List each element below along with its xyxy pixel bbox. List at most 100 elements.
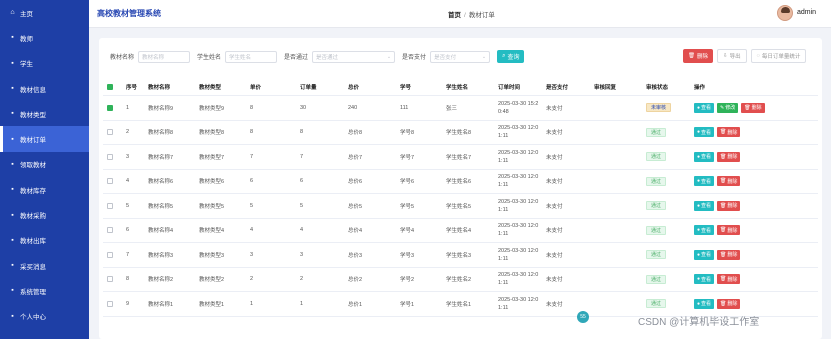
table-header: 序号 教材名称 教材类型 单价 订单量 总价 学号 学生姓名 订单时间 是否支付 审核回复 审核状态 操…: [103, 79, 818, 96]
view-button[interactable]: ● 查看: [694, 249, 715, 260]
sidebar-item[interactable]: ▪ 领取教材: [0, 152, 89, 177]
cell-status: 通过: [646, 243, 667, 267]
trash-icon: 🗑: [720, 276, 727, 283]
download-icon: ⇩: [723, 53, 728, 59]
time-line-2: 1:11: [498, 280, 509, 287]
view-button[interactable]: ● 查看: [694, 176, 715, 187]
row-checkbox[interactable]: [107, 276, 113, 283]
sidebar-item[interactable]: ▪ 采买消息: [0, 253, 89, 278]
view-button-label: 查看: [701, 203, 712, 210]
cell-total: 总价2: [348, 277, 363, 284]
cell-time: 2025-03-30 12:0 1:11: [498, 194, 538, 218]
grid-icon: ▪: [11, 262, 14, 270]
row-checkbox[interactable]: [107, 251, 113, 258]
filter-input[interactable]: 学生姓名: [225, 50, 278, 63]
search-button[interactable]: ⌕ 查询: [497, 50, 525, 63]
status-badge: 通过: [646, 152, 667, 162]
filter-select[interactable]: 是否通过 ⌄: [312, 50, 396, 63]
cell-qty: 3: [300, 251, 304, 258]
filter-placeholder: 教材名称: [142, 54, 165, 61]
row-checkbox[interactable]: [107, 104, 113, 111]
view-button[interactable]: ● 查看: [694, 298, 715, 309]
cell-status: 通过: [646, 170, 667, 194]
row-checkbox[interactable]: [107, 300, 113, 307]
view-icon: ●: [697, 153, 701, 160]
view-button[interactable]: ● 查看: [694, 127, 715, 138]
grid-icon: ▪: [11, 110, 14, 118]
edit-button[interactable]: ✎ 修改: [717, 102, 739, 113]
row-checkbox[interactable]: [107, 153, 113, 160]
column-header: 总价: [348, 85, 360, 91]
cell-name: 教材名称8: [148, 130, 174, 137]
column-header: 学号: [400, 85, 412, 91]
sidebar-item[interactable]: ▪ 系统管理: [0, 278, 89, 303]
filter-select[interactable]: 是否支付 ⌄: [430, 50, 491, 63]
sidebar-item-label: 系统管理: [20, 288, 46, 296]
view-button[interactable]: ● 查看: [694, 151, 715, 162]
delete-button[interactable]: 🗑 删除: [717, 200, 741, 211]
cell-sname: 张三: [446, 105, 458, 112]
sidebar-item[interactable]: ▪ 个人中心: [0, 304, 89, 329]
sidebar-item[interactable]: ▪ 教材信息: [0, 76, 89, 101]
filter-label: 是否支付: [402, 55, 427, 61]
delete-button[interactable]: 🗑 删除: [717, 225, 741, 236]
view-button-label: 查看: [701, 105, 712, 112]
cell-paid: 未支付: [546, 252, 563, 259]
delete-button-label: 删除: [727, 129, 738, 136]
edit-icon: ✎: [720, 104, 725, 111]
user-name[interactable]: admin: [797, 9, 816, 16]
delete-button[interactable]: 🗑 删除: [717, 176, 741, 187]
delete-button[interactable]: 🗑 删除: [741, 102, 765, 113]
row-checkbox[interactable]: [107, 227, 113, 234]
sidebar-item[interactable]: ▪ 教材类型: [0, 101, 89, 126]
column-header: 学生姓名: [446, 85, 469, 91]
view-button[interactable]: ● 查看: [694, 200, 715, 211]
avatar[interactable]: [777, 5, 793, 21]
chevron-down-icon: ⌄: [386, 53, 392, 60]
batch-delete-button[interactable]: 🗑 删除: [683, 49, 713, 63]
sidebar-item[interactable]: ▪ 教材采购: [0, 202, 89, 227]
time-line-2: 1:11: [498, 133, 509, 140]
select-all-checkbox[interactable]: [107, 84, 113, 90]
filter-input[interactable]: 教材名称: [138, 50, 191, 63]
stats-button[interactable]: ◌ 每日订单量统计: [750, 49, 807, 63]
row-checkbox[interactable]: [107, 129, 113, 136]
cell-total: 总价1: [348, 301, 363, 308]
view-button[interactable]: ● 查看: [694, 225, 715, 236]
cell-time: 2025-03-30 15:2 0:48: [498, 96, 538, 120]
row-checkbox[interactable]: [107, 202, 113, 209]
filter-label: 是否通过: [284, 55, 309, 61]
delete-button[interactable]: 🗑 删除: [717, 274, 741, 285]
cell-type: 教材类型1: [199, 301, 225, 308]
column-header: 订单量: [300, 85, 317, 91]
trash-icon: 🗑: [720, 153, 727, 160]
view-button[interactable]: ● 查看: [694, 274, 715, 285]
trash-icon: 🗑: [744, 104, 751, 111]
view-button[interactable]: ● 查看: [694, 102, 715, 113]
cell-name: 教材名称7: [148, 154, 174, 161]
view-button-label: 查看: [701, 276, 712, 283]
sidebar-item[interactable]: ▪ 教材订单: [0, 126, 89, 152]
breadcrumb-home[interactable]: 首页: [448, 12, 461, 19]
cell-price: 3: [250, 251, 254, 258]
cell-status: 通过: [646, 145, 667, 169]
cell-sname: 学生姓名8: [446, 130, 472, 137]
delete-button[interactable]: 🗑 删除: [717, 127, 741, 138]
sidebar-item-label: 教材采购: [20, 213, 46, 221]
view-icon: ●: [697, 104, 701, 111]
export-button[interactable]: ⇩ 导出: [717, 49, 747, 63]
delete-button[interactable]: 🗑 删除: [717, 298, 741, 309]
delete-button[interactable]: 🗑 删除: [717, 249, 741, 260]
cell-ops: ● 查看 🗑 删除: [694, 268, 741, 292]
sidebar-item[interactable]: ▪ 教师: [0, 25, 89, 50]
sidebar-item[interactable]: ▪ 教材库存: [0, 177, 89, 202]
view-icon: ●: [697, 227, 701, 234]
sidebar-item[interactable]: ▪ 教材出库: [0, 228, 89, 253]
view-button-label: 查看: [701, 129, 712, 136]
search-label: 查询: [507, 55, 520, 61]
row-checkbox[interactable]: [107, 178, 113, 185]
delete-button[interactable]: 🗑 删除: [717, 151, 741, 162]
sidebar-item[interactable]: ▪ 学生: [0, 51, 89, 76]
view-icon: ●: [697, 129, 701, 136]
sidebar-item[interactable]: ⌂ 主页: [0, 0, 89, 25]
